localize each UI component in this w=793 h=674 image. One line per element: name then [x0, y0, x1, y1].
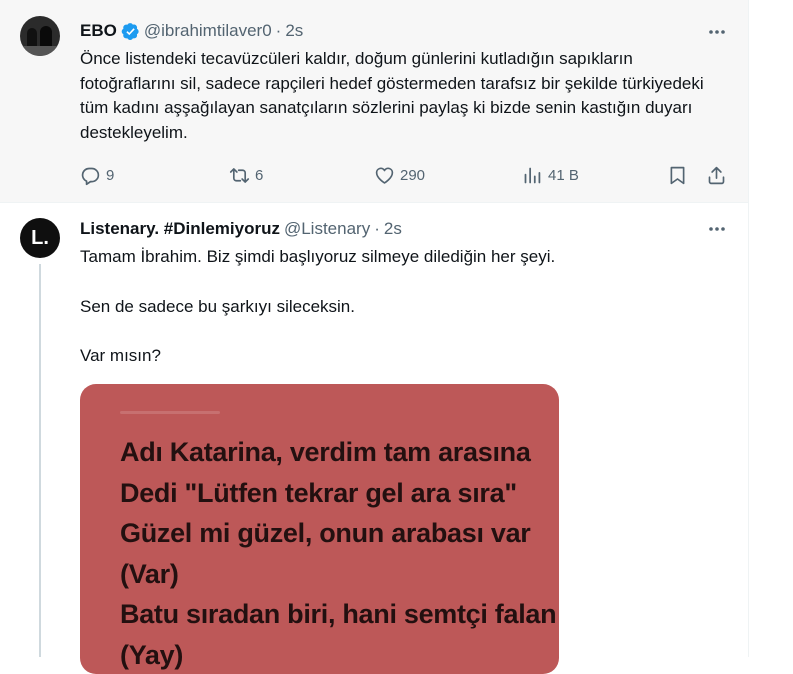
reply-count: 9: [106, 167, 114, 184]
bookmark-button[interactable]: [667, 160, 688, 190]
share-button[interactable]: [706, 160, 727, 190]
faded-text-line: [120, 411, 220, 414]
lyrics-text: Adı Katarina, verdim tam arasına Dedi "L…: [120, 432, 556, 674]
like-button[interactable]: 290: [374, 160, 425, 190]
separator: ·: [374, 219, 380, 239]
reply-icon: [80, 165, 101, 186]
user-handle[interactable]: @ibrahimtilaver0: [144, 21, 272, 41]
like-icon: [374, 165, 395, 186]
share-icon: [706, 165, 727, 186]
views-button[interactable]: 41 B: [522, 160, 579, 190]
repost-icon: [229, 165, 250, 186]
tweet-text-line: Tamam İbrahim. Biz şimdi başlıyoruz silm…: [80, 245, 555, 269]
tweet-header: Listenary. #Dinlemiyoruz @Listenary · 2s: [80, 218, 402, 240]
timestamp[interactable]: 2s: [285, 21, 303, 41]
lyric-line: Batu sıradan biri, hani semtçi falan: [120, 594, 556, 635]
timeline-border: [748, 0, 749, 657]
avatar[interactable]: L.: [20, 218, 60, 258]
display-name[interactable]: EBO: [80, 21, 117, 41]
lyric-line: Adı Katarina, verdim tam arasına: [120, 432, 556, 473]
avatar[interactable]: [20, 16, 60, 56]
more-icon[interactable]: [704, 22, 730, 42]
tweet-media-image[interactable]: Adı Katarina, verdim tam arasına Dedi "L…: [80, 384, 559, 674]
lyric-line: (Yay): [120, 635, 556, 674]
tweet-text-line: Sen de sadece bu şarkıyı sileceksin.: [80, 295, 355, 319]
more-icon[interactable]: [704, 219, 730, 239]
bookmark-icon: [667, 165, 688, 186]
tweet-actions: 9 6 290 41 B: [0, 160, 748, 190]
timestamp[interactable]: 2s: [384, 219, 402, 239]
repost-button[interactable]: 6: [229, 160, 263, 190]
avatar-ground: [20, 46, 60, 56]
verified-badge-icon[interactable]: [121, 22, 140, 41]
reply-button[interactable]: 9: [80, 160, 114, 190]
separator: ·: [276, 21, 282, 41]
repost-count: 6: [255, 167, 263, 184]
tweet-text: Önce listendeki tecavüzcüleri kaldır, do…: [80, 47, 730, 145]
tweet-text-line: Var mısın?: [80, 344, 161, 368]
view-count: 41 B: [548, 167, 579, 184]
like-count: 290: [400, 167, 425, 184]
lyric-line: (Var): [120, 554, 556, 595]
thread-line: [39, 264, 41, 657]
display-name[interactable]: Listenary. #Dinlemiyoruz: [80, 219, 280, 239]
tweet-header: EBO @ibrahimtilaver0 · 2s: [80, 20, 303, 42]
user-handle[interactable]: @Listenary: [284, 219, 370, 239]
lyric-line: Güzel mi güzel, onun arabası var: [120, 513, 556, 554]
lyric-line: Dedi "Lütfen tekrar gel ara sıra": [120, 473, 556, 514]
views-icon: [522, 165, 543, 186]
